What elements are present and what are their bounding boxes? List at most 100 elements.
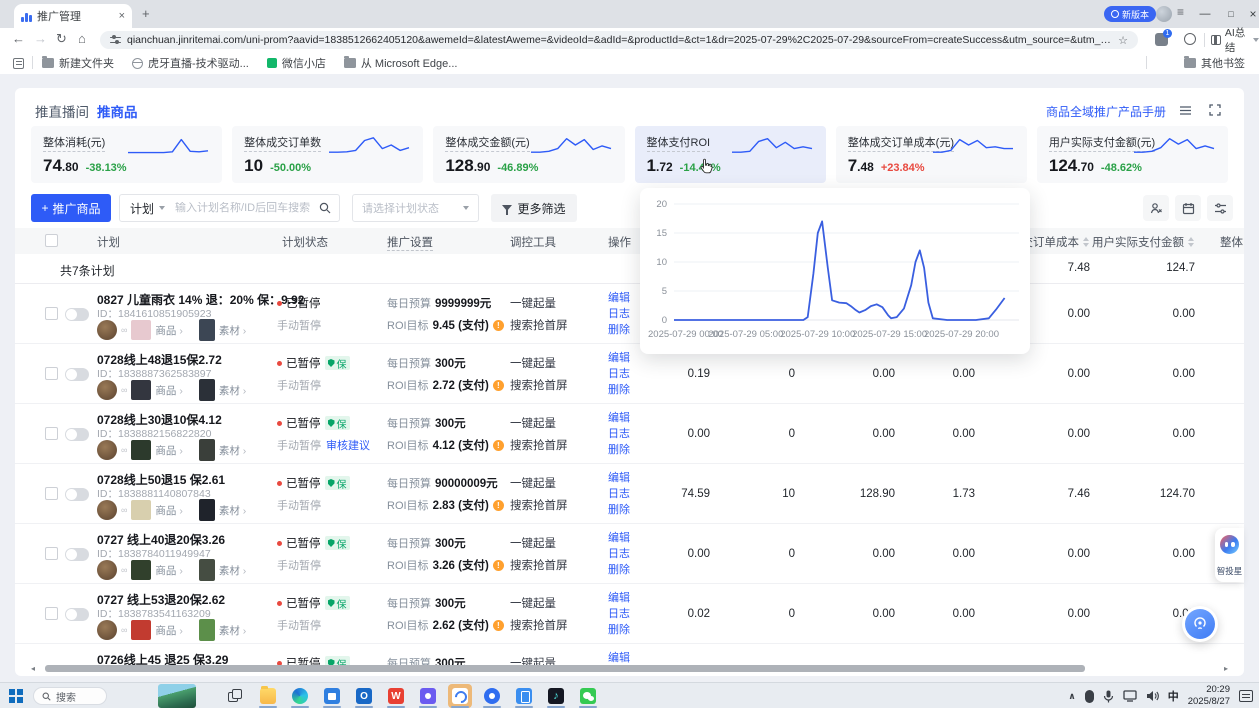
delete-link[interactable]: 删除 — [608, 622, 630, 638]
material-link[interactable]: 素材 › — [219, 623, 246, 638]
one-key-boost-link[interactable]: 一键起量 — [510, 295, 568, 311]
search-first-screen-link[interactable]: 搜索抢首屏 — [510, 497, 568, 513]
row-checkbox[interactable] — [45, 487, 58, 500]
col-promo-settings[interactable]: 推广设置 — [387, 234, 433, 251]
row-checkbox[interactable] — [45, 607, 58, 620]
microphone-icon[interactable] — [1103, 690, 1114, 703]
info-icon[interactable] — [493, 560, 504, 571]
forward-icon[interactable]: → — [34, 31, 47, 46]
edit-link[interactable]: 编辑 — [608, 530, 630, 546]
taskbar-clock[interactable]: 20:29 2025/8/27 — [1188, 684, 1230, 708]
info-icon[interactable] — [493, 320, 504, 331]
one-key-boost-link[interactable]: 一键起量 — [510, 655, 568, 665]
delete-link[interactable]: 删除 — [608, 442, 630, 458]
delete-link[interactable]: 删除 — [608, 382, 630, 398]
speaker-icon[interactable] — [1146, 690, 1159, 702]
delete-link[interactable]: 删除 — [608, 322, 630, 338]
bookmark-item[interactable]: 虎牙直播-技术驱动... — [132, 55, 249, 71]
taskbar-app-microsoft-store[interactable] — [320, 684, 344, 708]
ai-summary-button[interactable]: AI总结 — [1211, 31, 1259, 49]
search-first-screen-link[interactable]: 搜索抢首屏 — [510, 317, 568, 333]
one-key-boost-link[interactable]: 一键起量 — [510, 415, 568, 431]
one-key-boost-link[interactable]: 一键起量 — [510, 595, 568, 611]
taskbar-app-file-explorer[interactable] — [256, 684, 280, 708]
log-link[interactable]: 日志 — [608, 366, 630, 382]
log-link[interactable]: 日志 — [608, 486, 630, 502]
edit-link[interactable]: 编辑 — [608, 410, 630, 426]
settings-sliders-icon[interactable] — [1207, 195, 1233, 221]
tab-promote-liveroom[interactable]: 推直播间 — [35, 101, 89, 121]
bookmark-item[interactable]: 新建文件夹 — [42, 55, 114, 71]
bookmark-item[interactable]: 微信小店 — [267, 55, 326, 71]
window-maximize-button[interactable]: □ — [1222, 5, 1240, 23]
tray-expand-icon[interactable]: ∧ — [1068, 691, 1075, 702]
row-toggle[interactable] — [65, 608, 89, 621]
product-manual-link[interactable]: 商品全域推广产品手册 — [1046, 103, 1166, 120]
taskbar-app-outlook[interactable]: O — [352, 684, 376, 708]
window-close-button[interactable]: × — [1244, 5, 1259, 23]
one-key-boost-link[interactable]: 一键起量 — [510, 535, 568, 551]
scroll-left-icon[interactable]: ◂ — [31, 664, 35, 673]
scroll-right-icon[interactable]: ▸ — [1224, 664, 1228, 673]
row-checkbox[interactable] — [45, 547, 58, 560]
task-view-icon[interactable] — [228, 689, 242, 702]
reading-list-icon[interactable] — [13, 58, 24, 69]
zhitouxing-widget[interactable]: 智投星 — [1215, 528, 1244, 582]
one-key-boost-link[interactable]: 一键起量 — [510, 475, 568, 491]
stat-card[interactable]: 整体成交金额(元) 128 .90 -46.89% — [433, 126, 624, 183]
review-suggestion-link[interactable]: 审核建议 — [326, 440, 370, 452]
stat-card[interactable]: 用户实际支付金额(元) 124 .70 -48.62% — [1037, 126, 1228, 183]
log-link[interactable]: 日志 — [608, 606, 630, 622]
back-icon[interactable]: ← — [12, 31, 25, 46]
log-link[interactable]: 日志 — [608, 426, 630, 442]
start-button[interactable] — [9, 689, 23, 703]
plan-status-select[interactable]: 请选择计划状态 — [352, 194, 479, 222]
row-toggle[interactable] — [65, 428, 89, 441]
info-icon[interactable] — [493, 440, 504, 451]
info-icon[interactable] — [493, 380, 504, 391]
row-checkbox[interactable] — [45, 307, 58, 320]
info-icon[interactable] — [493, 620, 504, 631]
edit-link[interactable]: 编辑 — [608, 590, 630, 606]
scrollbar-thumb[interactable] — [45, 665, 1085, 672]
more-filter-button[interactable]: 更多筛选 — [491, 194, 577, 222]
material-link[interactable]: 素材 › — [219, 503, 246, 518]
material-link[interactable]: 素材 › — [219, 443, 246, 458]
taskbar-app-wechat[interactable] — [576, 684, 600, 708]
edit-link[interactable]: 编辑 — [608, 650, 630, 665]
network-icon[interactable] — [1123, 690, 1137, 702]
horizontal-scrollbar[interactable]: ◂ ▸ — [31, 665, 1228, 673]
new-version-badge[interactable]: 新版本 — [1104, 6, 1156, 22]
row-toggle[interactable] — [65, 548, 89, 561]
stat-card[interactable]: 整体成交订单成本(元) 7 .48 +23.84% — [836, 126, 1027, 183]
promote-product-button[interactable]: +推广商品 — [31, 194, 111, 222]
bookmark-item[interactable]: 从 Microsoft Edge... — [344, 55, 458, 71]
one-key-boost-link[interactable]: 一键起量 — [510, 355, 568, 371]
stat-card[interactable]: 整体成交订单数 10 -50.00% — [232, 126, 423, 183]
edit-link[interactable]: 编辑 — [608, 470, 630, 486]
taskbar-app-douyin[interactable]: ♪ — [544, 684, 568, 708]
url-bar[interactable]: qianchuan.jinritemai.com/uni-prom?aavid=… — [100, 31, 1138, 49]
new-tab-button[interactable]: + — [142, 6, 150, 21]
refresh-icon[interactable]: ↻ — [56, 31, 67, 47]
material-link[interactable]: 素材 › — [219, 383, 246, 398]
stat-card[interactable]: 整体支付ROI 1 .72 -14.43% — [635, 126, 826, 183]
url-text[interactable]: qianchuan.jinritemai.com/uni-prom?aavid=… — [127, 34, 1112, 46]
log-link[interactable]: 日志 — [608, 546, 630, 562]
delete-link[interactable]: 删除 — [608, 562, 630, 578]
extension-circle-icon[interactable] — [1184, 33, 1196, 45]
search-first-screen-link[interactable]: 搜索抢首屏 — [510, 377, 568, 393]
calendar-icon[interactable] — [1175, 195, 1201, 221]
metric-column-header[interactable]: 整体 — [1220, 234, 1244, 250]
browser-tab[interactable]: 推广管理 × — [14, 4, 132, 28]
home-icon[interactable]: ⌂ — [78, 31, 86, 46]
taskbar-app-edge-browser[interactable] — [288, 684, 312, 708]
info-icon[interactable] — [493, 500, 504, 511]
other-bookmarks-button[interactable]: 其他书签 — [1184, 52, 1245, 74]
site-settings-icon[interactable] — [110, 36, 121, 45]
list-settings-icon[interactable] — [1174, 100, 1196, 120]
tab-promote-product[interactable]: 推商品 — [97, 101, 138, 121]
metric-column-header[interactable]: 用户实际支付金额 — [1055, 234, 1195, 250]
log-link[interactable]: 日志 — [608, 306, 630, 322]
search-icon[interactable] — [319, 202, 331, 214]
